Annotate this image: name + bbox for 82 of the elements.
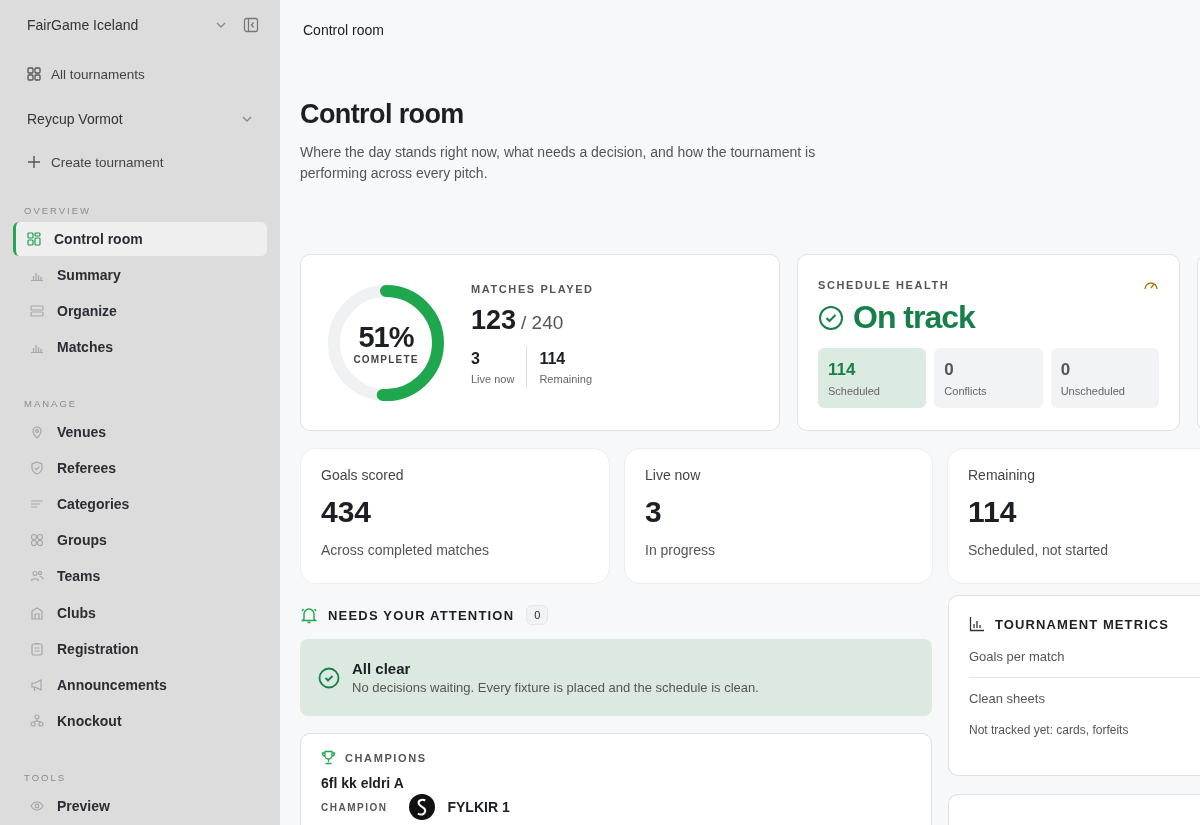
shield-icon — [30, 461, 44, 476]
nav-item[interactable]: Teams — [13, 559, 267, 594]
card-title: MATCHES PLAYED — [471, 283, 595, 295]
kpi-note: Scheduled, not started — [968, 542, 1110, 558]
nav-item[interactable]: Preview — [13, 788, 267, 823]
tile-value: 0 — [1060, 360, 1072, 380]
organization-switcher[interactable]: FairGame Iceland — [27, 14, 227, 36]
played-count: 123 — [471, 305, 517, 336]
club-logo-icon — [409, 794, 436, 820]
nav-item[interactable]: Matches — [13, 329, 267, 365]
building-icon — [30, 605, 44, 620]
percent-value: 51% — [358, 320, 414, 354]
section-title: NEEDS YOUR ATTENTION — [328, 607, 515, 623]
tile-label: Scheduled — [828, 385, 881, 397]
megaphone-icon — [30, 677, 44, 692]
percent-caption: COMPLETE — [353, 353, 419, 365]
tournament-selector[interactable]: Reycup Vormot — [27, 110, 253, 127]
card-title: CHAMPIONS — [345, 751, 427, 764]
tile-label: Unscheduled — [1060, 385, 1126, 397]
nav-item[interactable]: Registration — [13, 631, 267, 666]
kpi-label: Remaining — [968, 467, 1036, 483]
metric-label: Goals per match — [969, 636, 1200, 678]
rows-icon — [30, 303, 44, 318]
status-text: On track — [853, 299, 975, 336]
page-description: Where the day stands right now, what needs a decision, and how the tournament is performing across every pitch. — [300, 143, 817, 183]
nav-item[interactable]: Groups — [13, 523, 267, 558]
nav-item[interactable]: Announcements — [13, 667, 267, 702]
all-tournaments-link[interactable]: All tournaments — [13, 64, 267, 85]
stat-label: Remaining — [539, 372, 592, 385]
bar-chart-icon — [969, 616, 985, 632]
plus-icon — [27, 155, 41, 170]
trophy-icon — [321, 750, 336, 765]
bell-icon — [300, 606, 318, 624]
kpi-value: 3 — [645, 495, 663, 529]
kpi-note: Across completed matches — [321, 542, 491, 558]
clipboard-icon — [30, 641, 44, 656]
kpi-label: Live now — [645, 467, 702, 483]
nav-item[interactable]: Knockout — [13, 703, 267, 738]
kpi-value: 434 — [321, 495, 373, 529]
card-title: SCHEDULE HEALTH — [818, 279, 950, 291]
location-pin-icon — [30, 425, 44, 440]
section-heading: OVERVIEW — [24, 204, 93, 216]
kpi-value: 114 — [968, 495, 1018, 529]
eye-icon — [30, 798, 44, 813]
nav-item[interactable]: Organize — [13, 293, 267, 328]
nav-item[interactable]: Categories — [13, 487, 267, 522]
category-name: 6fl kk eldri A — [321, 775, 405, 791]
total-count: / 240 — [521, 312, 564, 334]
stat-value: 114 — [539, 349, 567, 368]
check-circle-icon — [318, 666, 340, 689]
circles-grid-icon — [30, 533, 44, 548]
grid-icon — [27, 67, 41, 82]
nav-item[interactable]: Venues — [13, 415, 267, 450]
nav-item[interactable]: Referees — [13, 451, 267, 486]
count-badge: 0 — [526, 605, 549, 625]
bracket-icon — [30, 713, 44, 728]
kpi-note: In progress — [645, 542, 717, 558]
metric-label: Clean sheets — [969, 690, 1046, 708]
check-circle-icon — [818, 304, 844, 331]
banner-title: All clear — [352, 660, 412, 677]
banner-text: No decisions waiting. Every fixture is placed and the schedule is clean. — [352, 680, 759, 695]
champion-label: CHAMPION — [321, 801, 388, 813]
nav-item[interactable]: Control room — [13, 221, 267, 256]
section-heading: MANAGE — [24, 398, 79, 410]
team-name: FYLKIR 1 — [447, 799, 510, 815]
nav-item[interactable]: Clubs — [13, 595, 267, 630]
sidebar-collapse-icon[interactable] — [243, 17, 259, 33]
nav-item[interactable]: Summary — [13, 257, 267, 292]
section-heading: TOOLS — [24, 771, 68, 783]
stat-label: Live now — [471, 372, 515, 385]
grid-icon — [27, 231, 41, 246]
people-icon — [30, 569, 44, 584]
tile-label: Conflicts — [944, 385, 988, 397]
metrics-note: Not tracked yet: cards, forfeits — [969, 723, 1130, 737]
stat-value: 3 — [471, 349, 481, 368]
page-title: Control room — [300, 99, 465, 130]
breadcrumb: Control room — [303, 22, 385, 38]
card-title: TOURNAMENT METRICS — [995, 616, 1170, 632]
kpi-label: Goals scored — [321, 467, 405, 483]
tile-value: 114 — [828, 360, 857, 380]
create-tournament-button[interactable]: Create tournament — [13, 151, 267, 173]
tile-value: 0 — [944, 360, 955, 380]
